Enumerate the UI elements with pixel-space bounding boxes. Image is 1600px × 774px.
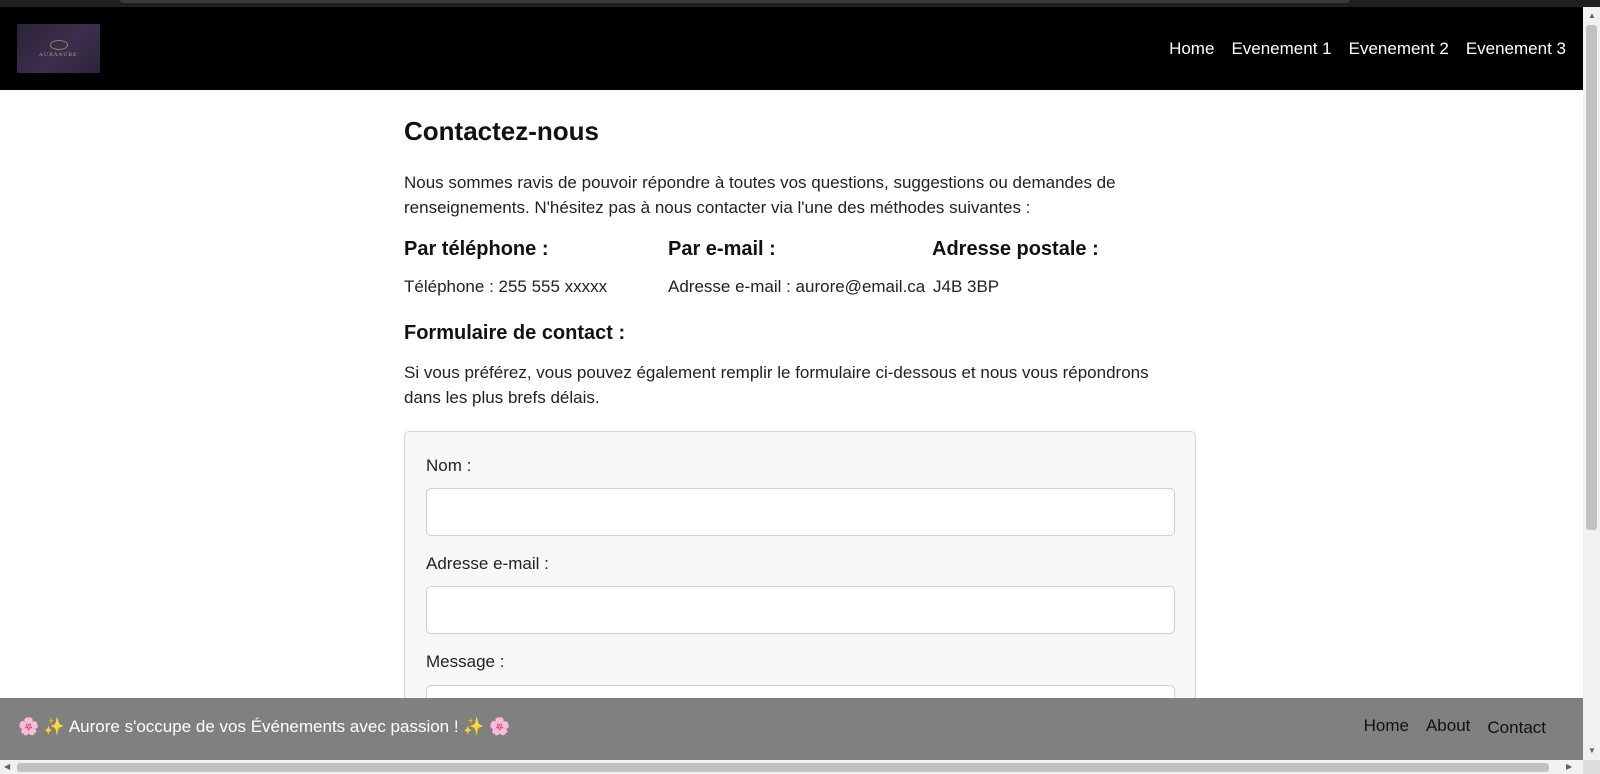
email-input[interactable]: [426, 586, 1175, 634]
vertical-scrollbar[interactable]: ▲ ▼: [1583, 7, 1600, 760]
browser-tab-edge: [120, 0, 1350, 3]
scroll-left-icon[interactable]: ◀: [4, 763, 10, 771]
logo-text: AURAAURE: [39, 51, 78, 58]
footer-tagline: 🌸 ✨ Aurore s'occupe de vos Événements av…: [18, 717, 511, 736]
form-heading: Formulaire de contact :: [404, 322, 626, 344]
intro-paragraph: Nous sommes ravis de pouvoir répondre à …: [404, 173, 1116, 217]
page-title: Contactez-nous: [404, 116, 599, 146]
name-input[interactable]: [426, 488, 1175, 536]
nav-link-evenement-1[interactable]: Evenement 1: [1231, 39, 1331, 59]
main-nav: Home Evenement 1 Evenement 2 Evenement 3: [1169, 7, 1566, 90]
email-label: Adresse e-mail :: [426, 554, 549, 573]
footer-link-home[interactable]: Home: [1364, 716, 1409, 736]
email-text: Adresse e-mail : aurore@email.ca: [668, 277, 926, 296]
logo-emblem-icon: [49, 39, 68, 50]
footer-nav: Home About Contact: [1364, 716, 1546, 738]
scroll-up-icon[interactable]: ▲: [1588, 12, 1596, 20]
scroll-down-icon[interactable]: ▼: [1588, 747, 1596, 755]
email-heading: Par e-mail :: [668, 238, 776, 260]
footer: 🌸 ✨ Aurore s'occupe de vos Événements av…: [0, 698, 1583, 760]
nav-link-evenement-3[interactable]: Evenement 3: [1466, 39, 1566, 59]
site-logo[interactable]: AURAAURE: [17, 24, 100, 73]
horizontal-scroll-thumb[interactable]: [17, 763, 1549, 772]
vertical-scroll-thumb[interactable]: [1586, 25, 1597, 530]
footer-link-about[interactable]: About: [1426, 716, 1470, 736]
contact-form: Nom : Adresse e-mail : Message :: [404, 431, 1196, 733]
browser-top-strip: [0, 0, 1600, 7]
postal-heading: Adresse postale :: [932, 238, 1099, 260]
navbar: AURAAURE Home Evenement 1 Evenement 2 Ev…: [0, 7, 1583, 90]
form-intro: Si vous préférez, vous pouvez également …: [404, 363, 1149, 407]
scrollbar-corner: [1583, 760, 1600, 774]
nav-link-evenement-2[interactable]: Evenement 2: [1349, 39, 1449, 59]
horizontal-scrollbar[interactable]: ◀ ▶: [0, 760, 1583, 774]
phone-text: Téléphone : 255 555 xxxxx: [404, 277, 608, 296]
phone-heading: Par téléphone :: [404, 238, 549, 260]
postal-text: J4B 3BP: [933, 277, 1000, 296]
name-label: Nom :: [426, 456, 472, 475]
scroll-right-icon[interactable]: ▶: [1566, 763, 1572, 771]
message-label: Message :: [426, 652, 505, 671]
nav-link-home[interactable]: Home: [1169, 39, 1214, 59]
footer-link-contact[interactable]: Contact: [1487, 718, 1546, 738]
